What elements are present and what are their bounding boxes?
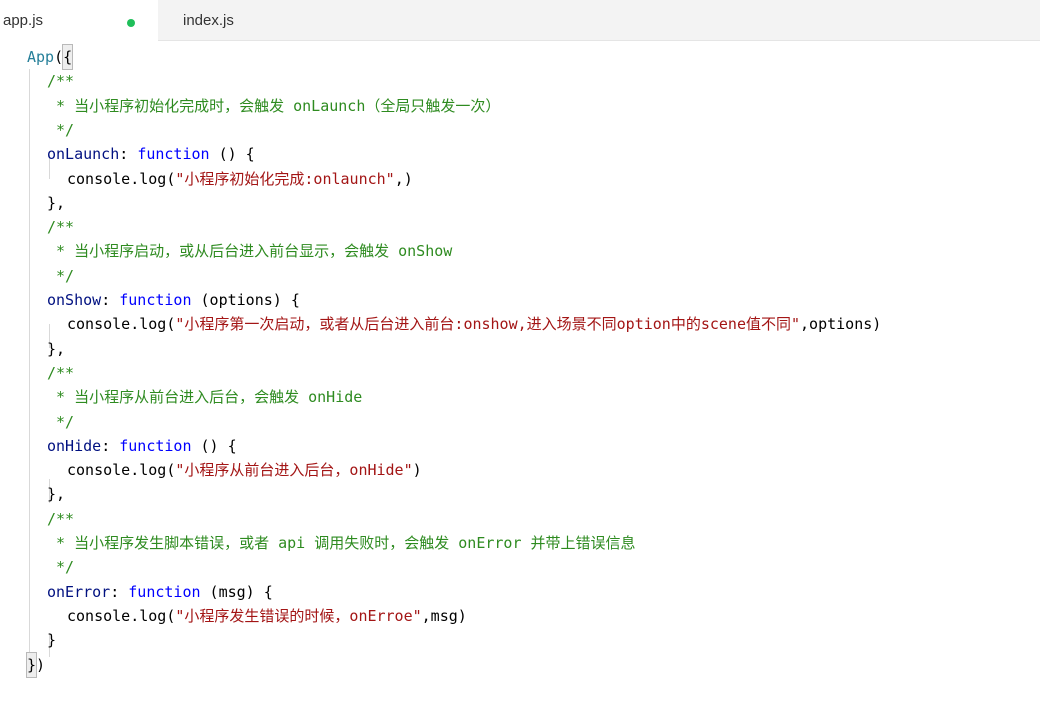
- keyword: function: [119, 436, 192, 455]
- code-text: ,): [394, 169, 413, 188]
- code-text: () {: [209, 145, 255, 164]
- code-line[interactable]: /**: [47, 69, 74, 93]
- code-text: console.log(: [67, 315, 176, 334]
- editor-tab-bar: app.js index.js: [0, 0, 1052, 41]
- code-text: },: [47, 485, 66, 504]
- code-text: (msg) {: [200, 582, 273, 601]
- function-name: App: [27, 48, 55, 66]
- string-literal: "小程序从前台进入后台，onHide": [175, 461, 413, 480]
- code-text: ,msg): [421, 606, 467, 625]
- comment-text: */: [47, 558, 75, 577]
- comment-text: /**: [47, 363, 75, 382]
- code-line[interactable]: onShow: function (options) {: [47, 288, 300, 312]
- code-line[interactable]: /**: [47, 507, 74, 531]
- code-line[interactable]: */: [47, 264, 74, 288]
- comment-text: * 当小程序从前台进入后台，会触发 onHide: [47, 388, 363, 407]
- code-text: },: [47, 339, 66, 358]
- property-name: onError: [47, 582, 111, 601]
- unsaved-dot-icon: [127, 19, 135, 27]
- code-text: },: [47, 193, 66, 212]
- property-name: onLaunch: [47, 145, 120, 164]
- keyword: function: [137, 145, 210, 164]
- keyword: function: [119, 291, 192, 309]
- code-line[interactable]: console.log("小程序第一次启动，或者从后台进入前台:onshow,进…: [67, 312, 881, 336]
- comment-text: * 当小程序发生脚本错误，或者 api 调用失败时，会触发 onError 并带…: [47, 534, 636, 552]
- code-editor[interactable]: App({ /** * 当小程序初始化完成时，会触发 onLaunch（全局只触发…: [0, 41, 1052, 723]
- tab-label: index.js: [183, 12, 234, 29]
- code-text: :: [101, 436, 120, 455]
- comment-text: */: [47, 120, 75, 139]
- code-text: console.log(: [67, 461, 176, 480]
- code-line[interactable]: },: [47, 337, 65, 361]
- code-text: console.log(: [67, 606, 176, 625]
- code-line[interactable]: * 当小程序启动，或从后台进入前台显示，会触发 onShow: [47, 239, 452, 263]
- comment-text: * 当小程序初始化完成时，会触发 onLaunch（全局只触发一次）: [47, 96, 501, 115]
- property-name: onHide: [47, 436, 102, 455]
- matched-bracket: }: [25, 651, 38, 678]
- code-line[interactable]: console.log("小程序初始化完成:onlaunch",): [67, 167, 413, 191]
- code-line[interactable]: * 当小程序从前台进入后台，会触发 onHide: [47, 385, 362, 409]
- property-name: onShow: [47, 291, 102, 309]
- code-line[interactable]: */: [47, 410, 74, 434]
- code-text: :: [119, 145, 138, 164]
- string-literal: "小程序初始化完成:onlaunch": [175, 169, 395, 188]
- code-line[interactable]: onError: function (msg) {: [47, 580, 273, 604]
- code-text: (: [54, 48, 64, 66]
- comment-text: /**: [47, 218, 75, 237]
- code-text: :: [101, 291, 120, 309]
- code-text: ): [412, 461, 422, 480]
- comment-text: /**: [47, 72, 75, 91]
- code-line[interactable]: onHide: function () {: [47, 434, 237, 458]
- code-line[interactable]: App({: [27, 44, 74, 70]
- comment-text: */: [47, 266, 75, 285]
- tab-app-js[interactable]: app.js: [0, 0, 158, 41]
- code-line[interactable]: */: [47, 555, 74, 579]
- code-text: (options) {: [191, 291, 300, 309]
- code-text: ): [36, 655, 46, 674]
- code-text: () {: [191, 436, 237, 455]
- code-text: console.log(: [67, 169, 176, 188]
- code-line[interactable]: /**: [47, 215, 74, 239]
- code-text: ,options): [800, 315, 882, 334]
- code-line[interactable]: },: [47, 191, 65, 215]
- code-line[interactable]: }: [47, 628, 56, 652]
- code-line[interactable]: }): [25, 651, 46, 678]
- code-line[interactable]: * 当小程序发生脚本错误，或者 api 调用失败时，会触发 onError 并带…: [47, 531, 636, 555]
- comment-text: * 当小程序启动，或从后台进入前台显示，会触发 onShow: [47, 242, 453, 261]
- code-line[interactable]: /**: [47, 361, 74, 385]
- code-line[interactable]: onLaunch: function () {: [47, 142, 255, 166]
- code-line[interactable]: console.log("小程序从前台进入后台，onHide"): [67, 458, 422, 482]
- code-line[interactable]: */: [47, 118, 74, 142]
- code-text: :: [110, 582, 129, 601]
- keyword: function: [128, 582, 201, 601]
- matched-bracket: {: [62, 44, 74, 70]
- tab-label: app.js: [3, 12, 44, 29]
- comment-text: /**: [47, 509, 75, 528]
- string-literal: "小程序发生错误的时候，onErroe": [175, 606, 422, 625]
- code-line[interactable]: * 当小程序初始化完成时，会触发 onLaunch（全局只触发一次）: [47, 94, 500, 118]
- code-line[interactable]: },: [47, 482, 65, 506]
- comment-text: */: [47, 412, 75, 431]
- code-line[interactable]: console.log("小程序发生错误的时候，onErroe",msg): [67, 604, 467, 628]
- string-literal: "小程序第一次启动，或者从后台进入前台:onshow,进入场景不同option中…: [175, 315, 801, 334]
- indent-guide: [29, 69, 30, 669]
- tab-index-js[interactable]: index.js: [158, 0, 1040, 41]
- code-text: }: [47, 631, 57, 650]
